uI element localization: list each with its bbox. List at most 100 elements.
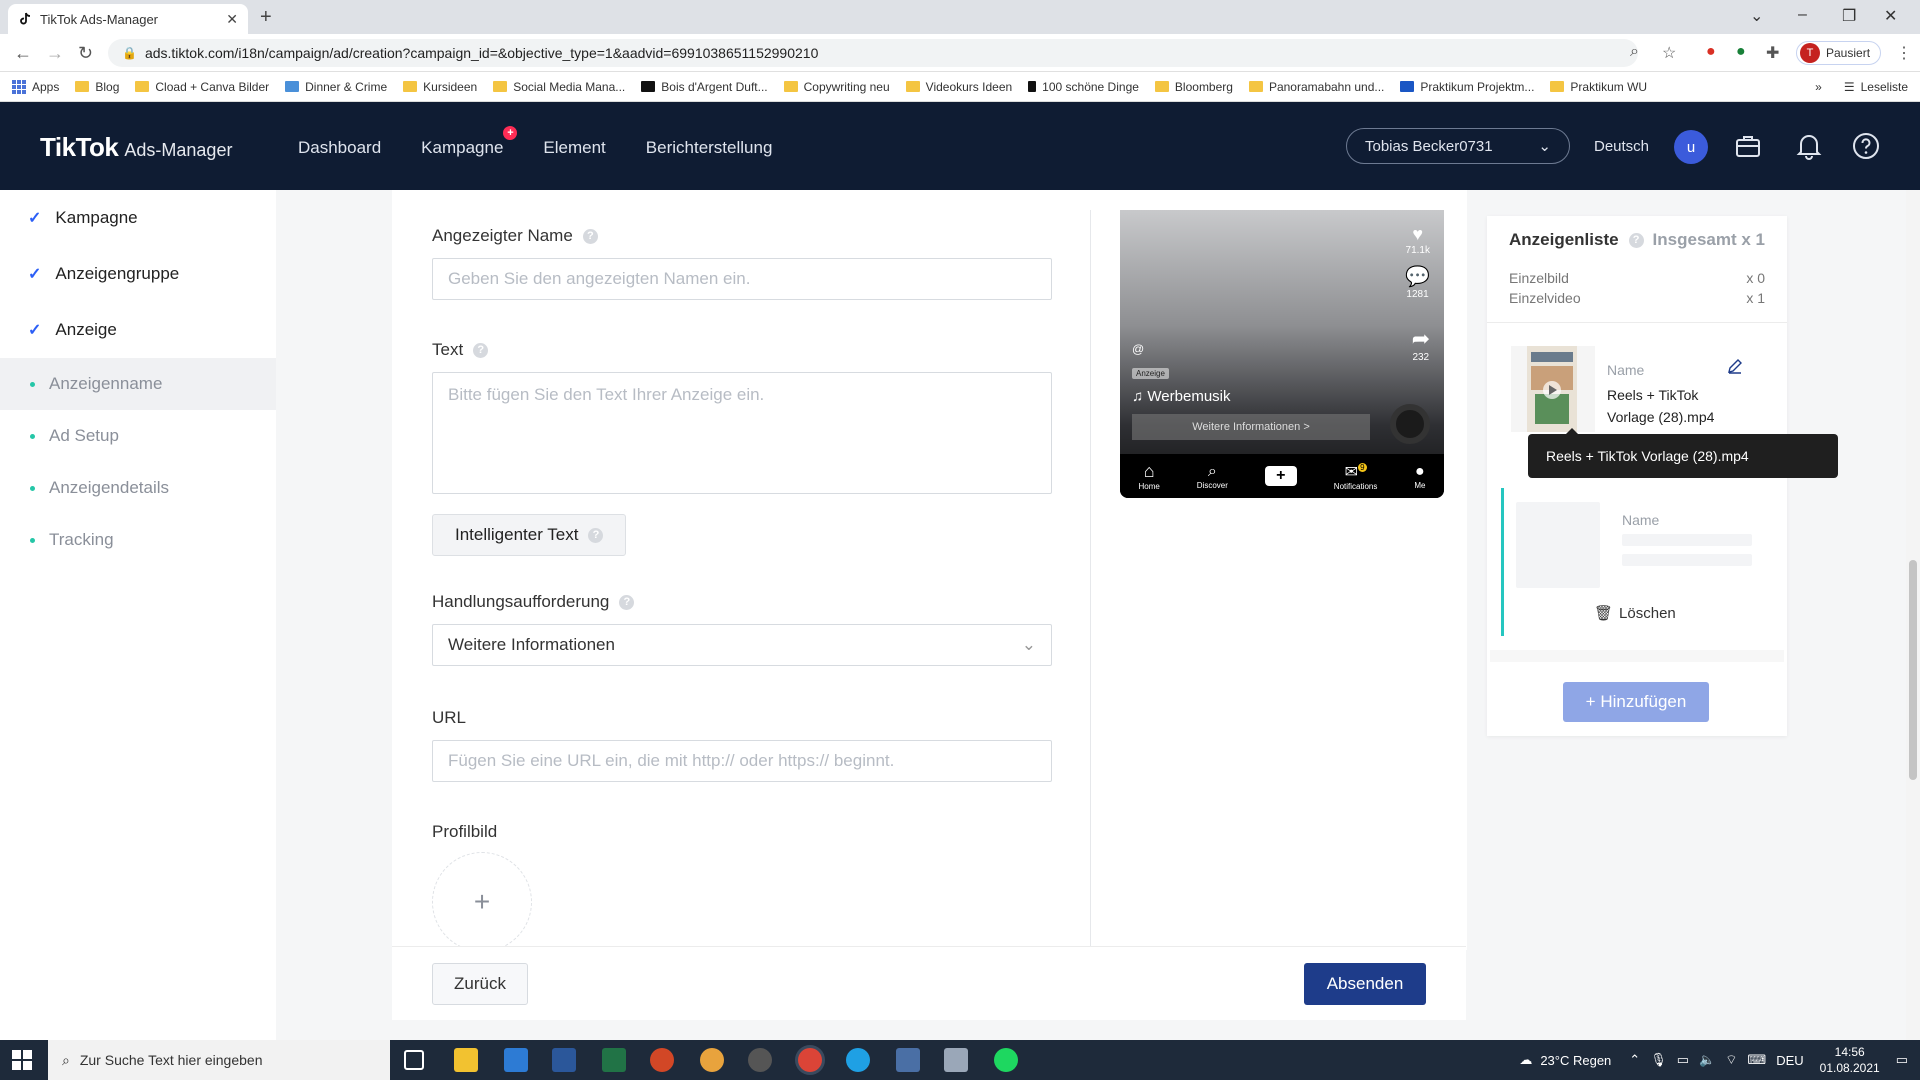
horizontal-scrollbar[interactable] [1490, 650, 1784, 662]
nav-kampagne[interactable]: Kampagne + [421, 126, 518, 158]
tab-close-icon[interactable]: ✕ [226, 11, 238, 28]
bookmark-item[interactable]: Social Media Mana... [493, 80, 625, 94]
grammarly-icon[interactable]: ● [1736, 43, 1746, 61]
preview-cta: Weitere Informationen > [1132, 414, 1370, 440]
page-scrollbar[interactable] [1906, 190, 1920, 1040]
video-thumbnail [1511, 346, 1595, 432]
new-tab-icon[interactable]: + [260, 6, 272, 29]
bookmark-item[interactable]: Praktikum WU [1550, 80, 1647, 94]
help-icon[interactable]: ? [582, 228, 598, 244]
bookmark-item[interactable]: Videokurs Ideen [905, 80, 1012, 94]
forward-arrow-icon[interactable]: → [46, 43, 64, 64]
chrome-icon[interactable] [798, 1048, 822, 1072]
site-icon [641, 81, 656, 92]
keyboard-icon: ⌨ [1747, 1052, 1767, 1067]
music-note-icon: ♫ [1132, 388, 1144, 405]
bookmark-item[interactable]: Bloomberg [1154, 80, 1233, 94]
help-icon[interactable]: ? [473, 342, 489, 358]
bookmark-item[interactable]: Praktikum Projektm... [1400, 80, 1534, 94]
profile-image-upload[interactable]: + [432, 852, 532, 952]
app-icon[interactable] [896, 1048, 920, 1072]
back-button[interactable]: Zurück [432, 963, 528, 1005]
nav-element[interactable]: Element [543, 138, 605, 158]
account-selector[interactable]: Tobias Becker0731 ⌄ [1346, 128, 1570, 164]
add-ad-button[interactable]: + Hinzufügen [1563, 682, 1709, 722]
cta-select[interactable]: Weitere Informationen ⌄ [432, 624, 1052, 666]
input-language[interactable]: DEU [1776, 1053, 1803, 1068]
bell-icon[interactable] [1796, 132, 1822, 160]
spotify-icon[interactable] [994, 1048, 1018, 1072]
volume-icon[interactable]: 🔈 [1699, 1052, 1715, 1068]
bookmark-item[interactable]: Panoramabahn und... [1248, 80, 1384, 94]
bookmark-item[interactable]: Kursideen [403, 80, 477, 94]
tiktok-logo[interactable]: TikTok Ads-Manager [40, 132, 232, 163]
briefcase-icon[interactable] [1734, 132, 1762, 160]
edit-pencil-icon[interactable] [1727, 358, 1743, 374]
app-icon[interactable] [944, 1048, 968, 1072]
delete-ad-button[interactable]: 🗑 Löschen [1594, 604, 1676, 623]
help-icon[interactable]: ? [1628, 232, 1644, 248]
app-icon[interactable] [700, 1048, 724, 1072]
taskbar-search[interactable]: ⌕ Zur Suche Text hier eingeben [48, 1040, 390, 1080]
browser-tab[interactable]: TikTok Ads-Manager ✕ [8, 4, 248, 34]
edge-icon[interactable] [846, 1048, 870, 1072]
bookmark-item[interactable]: Dinner & Crime [285, 80, 387, 94]
weather-text[interactable]: 23°C Regen [1540, 1053, 1611, 1068]
bookmark-item[interactable]: Bois d'Argent Duft... [641, 80, 768, 94]
display-name-input[interactable]: Geben Sie den angezeigten Namen ein. [432, 258, 1052, 300]
word-icon[interactable] [552, 1048, 576, 1072]
file-explorer-icon[interactable] [454, 1048, 478, 1072]
network-icon[interactable]: ⌔ [1725, 1052, 1737, 1068]
reload-icon[interactable]: ↻ [78, 43, 93, 64]
zoom-icon[interactable]: ⌕ [1630, 43, 1639, 61]
notifications-icon[interactable]: ▭ [1896, 1052, 1908, 1068]
close-window-icon[interactable]: ✕ [1884, 6, 1897, 26]
bookmark-item[interactable]: 100 schöne Dinge [1028, 80, 1139, 94]
user-avatar[interactable]: u [1674, 130, 1708, 164]
windows-start-icon[interactable] [12, 1050, 32, 1070]
folder-icon [75, 81, 90, 92]
powerpoint-icon[interactable] [650, 1048, 674, 1072]
bookmark-apps[interactable]: Apps [12, 79, 59, 94]
profile-button[interactable]: T Pausiert [1796, 41, 1882, 65]
help-icon[interactable]: ? [619, 594, 635, 610]
step-anzeige[interactable]: ✓ Anzeige [0, 302, 276, 358]
help-icon[interactable] [1852, 132, 1880, 160]
bookmark-item[interactable]: Copywriting neu [783, 80, 890, 94]
nav-berichterstellung[interactable]: Berichterstellung [646, 138, 773, 158]
ad-text-textarea[interactable]: Bitte fügen Sie den Text Ihrer Anzeige e… [432, 372, 1052, 494]
step-anzeigengruppe[interactable]: ✓ Anzeigengruppe [0, 246, 276, 302]
nav-dashboard[interactable]: Dashboard [298, 138, 381, 158]
profile-image-label: Profilbild [432, 822, 498, 841]
submit-button[interactable]: Absenden [1304, 963, 1426, 1005]
url-field[interactable]: 🔒 ads.tiktok.com/i18n/campaign/ad/creati… [108, 39, 1638, 67]
obs-icon[interactable] [748, 1048, 772, 1072]
step-kampagne[interactable]: ✓ Kampagne [0, 190, 276, 246]
tab-search-icon[interactable]: ⌄ [1750, 6, 1763, 26]
chevron-down-icon: ⌄ [1538, 138, 1551, 155]
restore-icon[interactable]: ❐ [1842, 6, 1856, 26]
bookmark-item[interactable]: Blog [75, 80, 119, 94]
more-bookmarks-icon[interactable]: » [1815, 80, 1822, 94]
substep-tracking[interactable]: Tracking [0, 514, 276, 566]
bookmark-star-icon[interactable]: ☆ [1662, 43, 1676, 63]
substep-ad-setup[interactable]: Ad Setup [0, 410, 276, 462]
substep-anzeigendetails[interactable]: Anzeigendetails [0, 462, 276, 514]
mail-icon[interactable] [504, 1048, 528, 1072]
extensions-puzzle-icon[interactable]: ✚ [1766, 43, 1779, 63]
language-switch[interactable]: Deutsch [1594, 138, 1649, 155]
substep-anzeigenname[interactable]: Anzeigenname [0, 358, 276, 410]
excel-icon[interactable] [602, 1048, 626, 1072]
bookmark-item[interactable]: Cload + Canva Bilder [135, 80, 269, 94]
smart-text-button[interactable]: Intelligenter Text? [432, 514, 627, 556]
extension-icon[interactable]: ● [1706, 43, 1716, 61]
browser-menu-icon[interactable]: ⋮ [1896, 43, 1912, 63]
scrollbar-thumb[interactable] [1909, 560, 1917, 780]
minimize-icon[interactable]: – [1798, 6, 1807, 24]
tray-chevron-icon[interactable]: ⌃ [1629, 1052, 1640, 1068]
back-arrow-icon[interactable]: ← [14, 43, 32, 64]
clock[interactable]: 14:56 01.08.2021 [1820, 1044, 1880, 1076]
url-input[interactable]: Fügen Sie eine URL ein, die mit http:// … [432, 740, 1052, 782]
reading-list-link[interactable]: Leseliste [1861, 80, 1908, 94]
task-view-icon[interactable] [404, 1050, 424, 1070]
